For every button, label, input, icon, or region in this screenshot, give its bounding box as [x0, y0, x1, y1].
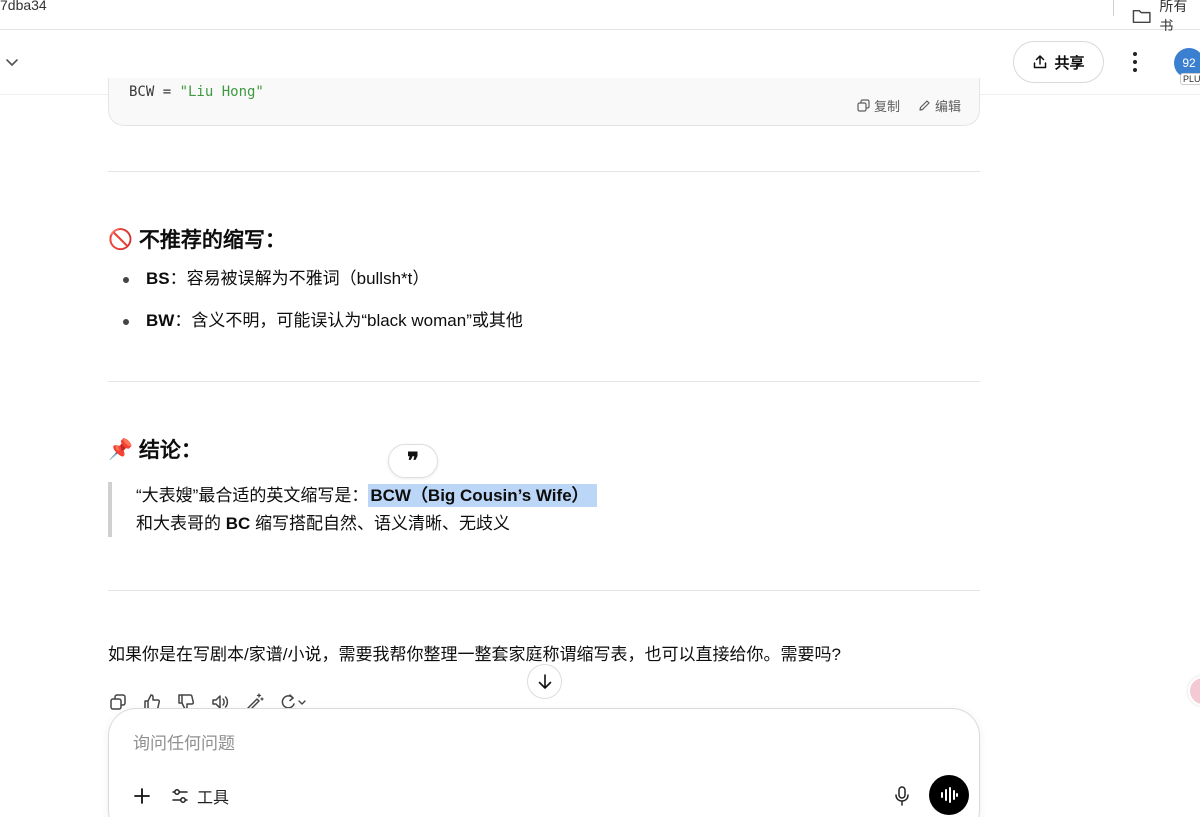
quote-text: 和大表哥的 — [136, 514, 226, 533]
heading-text: 结论： — [138, 439, 202, 462]
divider — [108, 171, 980, 172]
copy-label: 复制 — [873, 99, 900, 114]
term-desc: ：容易被误解为不雅词（bullsh*t） — [169, 269, 430, 288]
prohibited-icon: 🚫 — [108, 228, 133, 251]
list-item: BS：容易被误解为不雅词（bullsh*t） — [120, 268, 523, 310]
composer: 工具 — [108, 708, 980, 817]
section-heading-not-recommended: 🚫 不推荐的缩写： — [108, 224, 286, 254]
list-item: BW：含义不明，可能误认为“black woman”或其他 — [120, 310, 523, 352]
code-block: BCW = "Liu Hong" 复制 编辑 — [108, 78, 980, 126]
quote-line-1: “大表嫂”最合适的英文缩写是： BCW（Big Cousin’s Wife） — [136, 482, 708, 510]
dot — [1133, 68, 1137, 72]
edit-label: 编辑 — [934, 99, 961, 114]
pushpin-icon: 📌 — [108, 438, 133, 461]
edit-code-button[interactable]: 编辑 — [918, 96, 961, 115]
blockquote: “大表嫂”最合适的英文缩写是： BCW（Big Cousin’s Wife） 和大… — [108, 482, 708, 537]
plan-badge: PLU — [1180, 73, 1200, 85]
pencil-icon — [919, 100, 930, 111]
arrow-down-icon — [538, 673, 551, 689]
code-actions: 复制 编辑 — [857, 96, 961, 115]
bullet-list: BS：容易被误解为不雅词（bullsh*t） BW：含义不明，可能误认为“bla… — [120, 268, 523, 352]
heading-text: 不推荐的缩写： — [138, 229, 286, 252]
copy-icon — [857, 99, 870, 112]
waveform-icon — [941, 787, 958, 803]
url-fragment[interactable]: 7dba34 — [0, 0, 47, 13]
folder-icon — [1132, 9, 1151, 24]
sliders-icon — [172, 789, 188, 803]
dictate-button[interactable] — [889, 781, 915, 811]
section-heading-conclusion: 📌 结论： — [108, 434, 202, 464]
code-variable: BCW = — [129, 84, 180, 100]
tools-button[interactable]: 工具 — [171, 781, 229, 811]
browser-strip: 7dba34 所有书 — [0, 0, 1200, 34]
tools-label: 工具 — [197, 790, 230, 807]
bold-term: BC — [225, 514, 251, 533]
quote-text: 缩写搭配自然、语义清晰、无歧义 — [250, 514, 511, 533]
microphone-icon — [895, 786, 909, 806]
divider — [108, 381, 980, 382]
term: BS — [146, 269, 170, 288]
chevron-down-icon[interactable] — [3, 53, 21, 71]
copy-code-button[interactable]: 复制 — [857, 96, 900, 115]
code-line: BCW = "Liu Hong" — [129, 84, 264, 100]
follow-up-text: 如果你是在写剧本/家谱/小说，需要我帮你整理一整套家庭称谓缩写表，也可以直接给你… — [108, 645, 841, 664]
plus-icon — [134, 788, 150, 804]
share-button[interactable]: 共享 — [1013, 41, 1104, 83]
prompt-input[interactable] — [133, 731, 833, 757]
dot — [1133, 52, 1137, 56]
scroll-to-bottom-button[interactable] — [527, 664, 562, 699]
share-icon — [1034, 55, 1047, 69]
share-label: 共享 — [1054, 54, 1085, 72]
dot — [1133, 60, 1137, 64]
selected-text: BCW（Big Cousin’s Wife） — [368, 484, 597, 507]
voice-mode-button[interactable] — [929, 775, 969, 815]
term: BW — [146, 311, 175, 330]
strip-divider — [1113, 0, 1114, 16]
quote-line-2: 和大表哥的 BC 缩写搭配自然、语义清晰、无歧义 — [136, 510, 708, 538]
quote-prefix: “大表嫂”最合适的英文缩写是： — [136, 486, 369, 505]
code-string: "Liu Hong" — [179, 84, 264, 100]
divider — [108, 590, 980, 591]
quote-selection-button[interactable]: ❞ — [388, 444, 438, 478]
more-options-button[interactable] — [1122, 47, 1148, 77]
floating-assistant-icon[interactable] — [1188, 676, 1200, 706]
add-attachment-button[interactable] — [129, 783, 155, 809]
term-desc: ：含义不明，可能误认为“black woman”或其他 — [174, 311, 523, 330]
